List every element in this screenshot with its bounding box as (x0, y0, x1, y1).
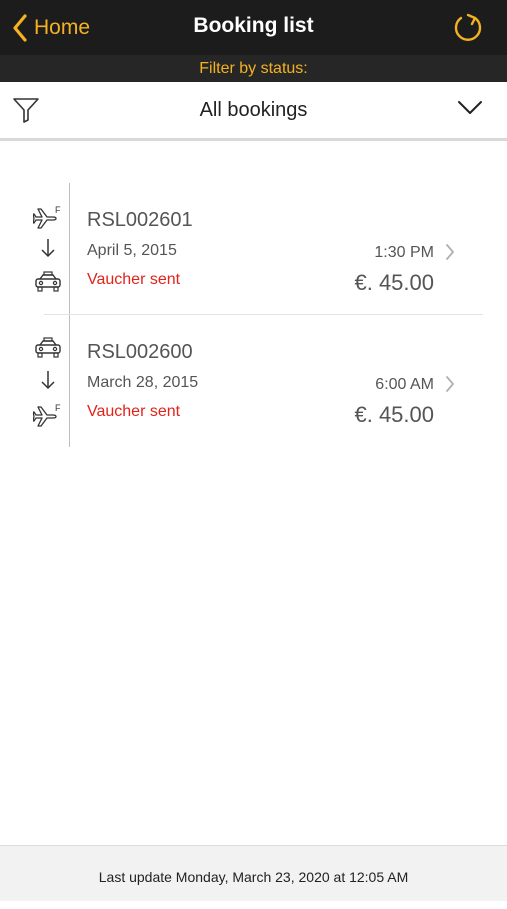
booking-row[interactable]: F RSL002600 March 28, 2015 Vaucher sent … (0, 315, 507, 447)
page-title: Booking list (193, 14, 314, 37)
chevron-down-icon (457, 100, 483, 121)
booking-code: RSL002600 (87, 341, 193, 363)
refresh-icon (451, 13, 485, 49)
booking-status: Vaucher sent (87, 403, 181, 420)
refresh-button[interactable] (451, 11, 485, 45)
booking-time: 1:30 PM (374, 244, 434, 261)
route-divider (69, 315, 70, 447)
plane-icon: F (32, 205, 63, 234)
svg-text:F: F (55, 205, 61, 215)
arrow-down-icon (41, 238, 55, 263)
booking-list: F RSL002601 April 5, 2015 Vaucher sent 1… (0, 183, 507, 447)
filter-header: Filter by status: (0, 55, 507, 82)
plane-icon: F (32, 403, 63, 432)
booking-price: €. 45.00 (354, 270, 434, 295)
booking-price: €. 45.00 (354, 402, 434, 427)
booking-row[interactable]: F RSL002601 April 5, 2015 Vaucher sent 1… (0, 183, 507, 315)
taxi-icon (33, 337, 63, 364)
footer: Last update Monday, March 23, 2020 at 12… (0, 845, 507, 901)
status-filter-select[interactable]: All bookings (0, 82, 507, 141)
chevron-right-icon (445, 375, 455, 398)
booking-date: March 28, 2015 (87, 374, 199, 391)
booking-date: April 5, 2015 (87, 242, 177, 259)
navigation-bar: Home Booking list (0, 0, 507, 55)
filter-selected-value: All bookings (199, 99, 308, 121)
booking-time: 6:00 AM (375, 376, 434, 393)
booking-status: Vaucher sent (87, 271, 181, 288)
taxi-icon (33, 271, 63, 298)
arrow-down-icon (41, 370, 55, 395)
last-update-text: Last update Monday, March 23, 2020 at 12… (98, 869, 409, 885)
chevron-right-icon (445, 243, 455, 266)
filter-label: Filter by status: (199, 60, 308, 77)
booking-code: RSL002601 (87, 209, 193, 231)
route-divider (69, 183, 70, 315)
svg-text:F: F (55, 403, 61, 413)
